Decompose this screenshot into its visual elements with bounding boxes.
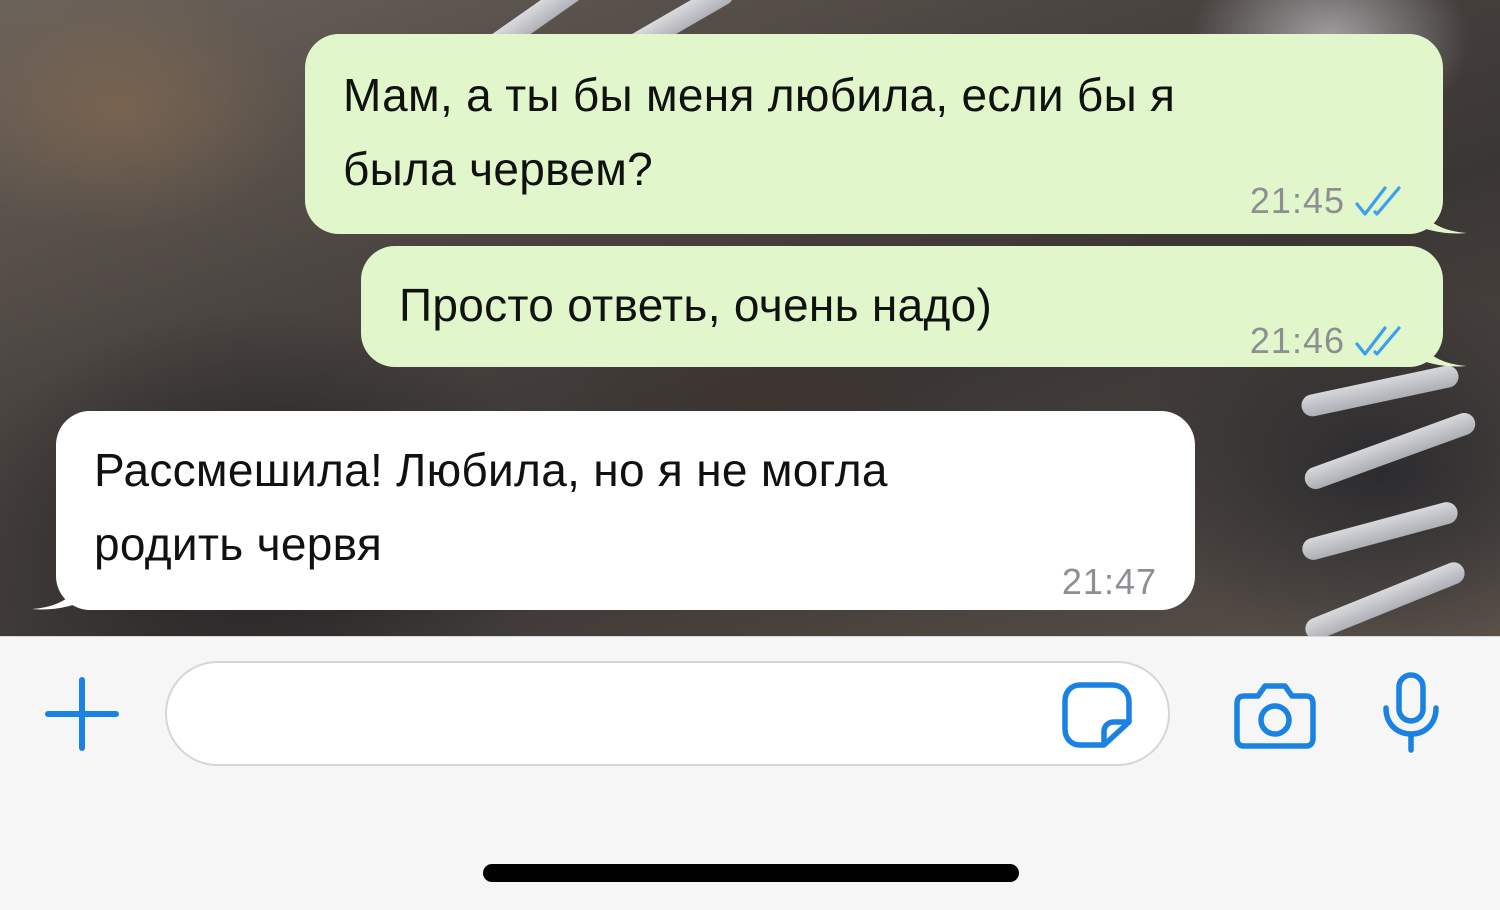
read-ticks-icon	[1355, 326, 1401, 356]
background-lace	[1302, 558, 1468, 636]
background-lace	[1301, 409, 1479, 493]
message-meta: 21:45	[1250, 164, 1405, 238]
message-text: Рассмешила! Любила, но я не могла родить…	[94, 444, 888, 570]
bubble-tail	[1407, 187, 1467, 234]
home-indicator	[483, 864, 1019, 882]
message-bubble-outgoing[interactable]: Мам, а ты бы меня любила, если бы я была…	[305, 34, 1467, 234]
background-lace	[1299, 499, 1461, 563]
bubble-tail	[1407, 320, 1467, 367]
message-time: 21:45	[1249, 180, 1345, 221]
message-time: 21:47	[1061, 561, 1157, 602]
camera-icon[interactable]	[1234, 680, 1316, 750]
sticker-icon[interactable]	[1062, 682, 1132, 748]
chat-background: Мам, а ты бы меня любила, если бы я была…	[0, 0, 1500, 636]
message-bubble-outgoing[interactable]: Просто ответь, очень надо) 21:46	[361, 246, 1467, 367]
message-time: 21:46	[1249, 320, 1345, 361]
read-ticks-icon	[1355, 186, 1401, 216]
message-bubble-incoming[interactable]: Рассмешила! Любила, но я не могла родить…	[32, 411, 1195, 610]
plus-icon[interactable]	[44, 676, 120, 752]
bubble-tail	[32, 563, 92, 610]
message-input[interactable]	[165, 661, 1170, 766]
microphone-icon[interactable]	[1380, 672, 1442, 754]
message-meta: 21:46	[1250, 304, 1405, 378]
message-meta: 21:47	[1062, 545, 1157, 619]
